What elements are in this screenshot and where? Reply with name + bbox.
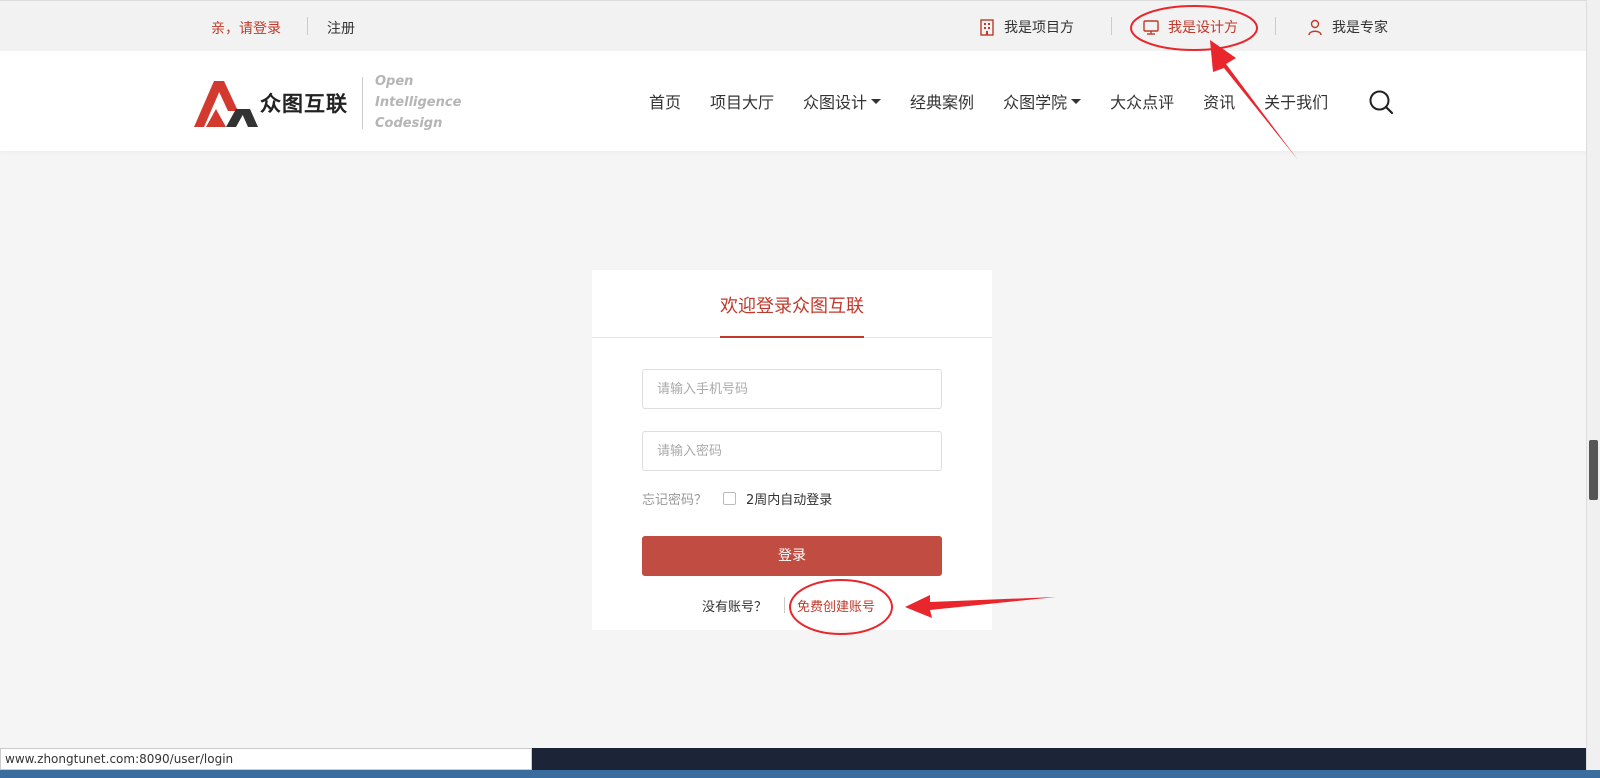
login-link[interactable]: 亲，请登录 [211,18,281,38]
top-bar: 亲，请登录 注册 我是项目方 我是设计方 我是专家 [0,0,1586,51]
nav-label: 经典案例 [910,93,975,112]
tagline-line: Codesign [375,116,443,131]
building-icon [980,19,994,36]
phone-input[interactable] [642,369,942,409]
role-expert[interactable]: 我是专家 [1306,17,1388,37]
caret-down-icon [1071,98,1082,104]
divider [1275,17,1276,35]
tagline-line: Open [375,74,414,89]
monitor-icon [1143,20,1159,35]
nav-label: 大众点评 [1110,93,1175,112]
nav-label: 资讯 [1203,93,1236,112]
forgot-password-link[interactable]: 忘记密码？ [642,489,707,508]
nav-label: 首页 [649,93,682,112]
login-card: 欢迎登录众图互联 忘记密码？ 2周内自动登录 登录 没有账号？ 免费创建账号 [592,270,992,630]
role-label: 我是项目方 [1004,20,1074,36]
login-tab-header: 欢迎登录众图互联 [592,270,992,338]
nav-cases[interactable]: 经典案例 [910,89,974,113]
scrollbar-thumb[interactable] [1589,440,1598,500]
page-scrollbar[interactable] [1586,0,1600,778]
nav-design[interactable]: 众图设计 [803,89,882,113]
remember-checkbox[interactable] [723,492,736,505]
nav-academy[interactable]: 众图学院 [1003,89,1082,113]
status-bar-fill [532,748,1586,770]
register-link[interactable]: 注册 [327,18,355,38]
nav-project-hall[interactable]: 项目大厅 [710,89,774,113]
role-project-owner[interactable]: 我是项目方 [978,17,1074,37]
logo-tagline: Open Intelligence Codesign [375,71,461,134]
main-header: 众图互联 Open Intelligence Codesign 首页 项目大厅 … [0,51,1586,151]
user-icon [1308,19,1322,36]
role-designer[interactable]: 我是设计方 [1142,17,1238,37]
remember-label[interactable]: 2周内自动登录 [746,489,832,508]
main-nav: 首页 项目大厅 众图设计 经典案例 众图学院 大众点评 资讯 关于我们 [649,89,1357,113]
nav-label: 众图设计 [803,93,868,112]
caret-down-icon [871,98,882,104]
nav-news[interactable]: 资讯 [1203,89,1235,113]
search-icon[interactable] [1368,89,1394,115]
divider [1111,17,1112,35]
password-input[interactable] [642,431,942,471]
login-button[interactable]: 登录 [642,536,942,576]
nav-label: 众图学院 [1003,93,1068,112]
nav-about[interactable]: 关于我们 [1264,89,1328,113]
divider [307,17,308,35]
status-url: www.zhongtunet.com:8090/user/login [0,748,532,770]
logo-divider [362,76,363,129]
nav-label: 关于我们 [1264,93,1329,112]
nav-home[interactable]: 首页 [649,89,681,113]
logo-text: 众图互联 [260,91,348,116]
logo-mark-icon [194,80,258,127]
role-label: 我是设计方 [1168,20,1238,36]
divider [784,597,785,613]
nav-reviews[interactable]: 大众点评 [1110,89,1174,113]
login-title[interactable]: 欢迎登录众图互联 [720,292,864,338]
tagline-line: Intelligence [375,95,462,110]
os-taskbar [0,770,1600,778]
create-account-link[interactable]: 免费创建账号 [797,596,875,615]
nav-label: 项目大厅 [710,93,775,112]
role-label: 我是专家 [1332,20,1388,36]
site-logo[interactable]: 众图互联 Open Intelligence Codesign [192,71,461,134]
no-account-text: 没有账号？ [702,600,768,615]
